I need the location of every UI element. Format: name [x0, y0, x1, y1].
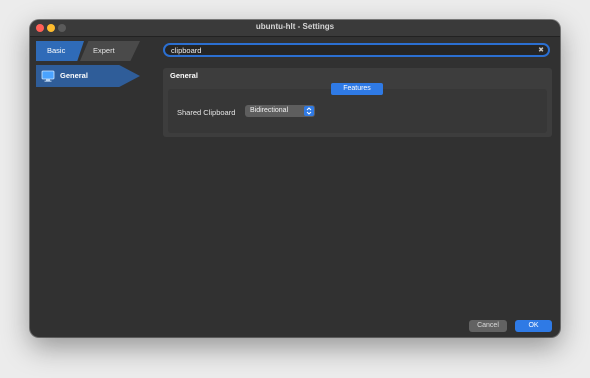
features-group: Features Shared Clipboard Bidirectional	[168, 83, 547, 133]
features-group-label: Features	[331, 83, 383, 95]
general-section-panel: General Features Shared Clipboard Bidire…	[163, 68, 552, 137]
mode-tabs: Expert Basic	[36, 41, 140, 61]
shared-clipboard-value: Bidirectional	[250, 107, 289, 114]
search-input[interactable]	[171, 45, 521, 55]
cancel-button[interactable]: Cancel	[469, 320, 507, 332]
title-bar: ubuntu-hlt - Settings	[30, 20, 560, 37]
section-title: General	[170, 71, 198, 80]
sidebar: Expert Basic General ?	[36, 41, 172, 331]
ok-button[interactable]: OK	[515, 320, 552, 332]
tab-basic[interactable]: Basic	[36, 41, 84, 61]
sidebar-item-label: General	[60, 71, 88, 80]
chevron-up-down-icon	[304, 106, 314, 116]
shared-clipboard-dropdown[interactable]: Bidirectional	[245, 105, 315, 117]
shared-clipboard-label: Shared Clipboard	[177, 108, 236, 117]
window-title: ubuntu-hlt - Settings	[255, 22, 335, 31]
settings-window: ubuntu-hlt - Settings Expert Basic Gener…	[30, 20, 560, 337]
sidebar-item-general[interactable]: General	[36, 65, 140, 87]
tab-expert[interactable]: Expert	[80, 41, 140, 61]
clear-x-icon[interactable]: ✖	[538, 47, 544, 54]
monitor-icon	[41, 69, 55, 83]
search-field[interactable]: ✖	[163, 43, 550, 57]
